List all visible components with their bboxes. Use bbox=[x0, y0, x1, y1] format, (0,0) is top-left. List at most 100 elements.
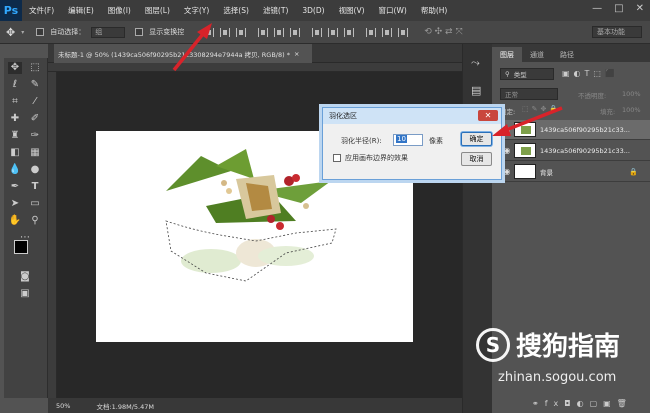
pen-tool-icon[interactable]: ✒ bbox=[8, 181, 22, 193]
tools-panel: ✥ ⬚ ℓ ✎ ⌗ ⁄ ✚ ✐ ♜ ✑ ◧ ▦ 💧 ● ✒ T ➤ ▭ ✋ ⚲ … bbox=[4, 58, 48, 398]
type-tool-icon[interactable]: T bbox=[28, 181, 42, 193]
workspace-switcher[interactable]: 基本功能 bbox=[592, 26, 642, 38]
fill-value[interactable]: 100% bbox=[622, 106, 641, 114]
show-transform-label: 显示变换控 bbox=[149, 28, 185, 36]
zoom-tool-icon[interactable]: ⚲ bbox=[28, 215, 42, 227]
layer-name[interactable]: 1439ca506f90295b21c33... bbox=[540, 147, 630, 155]
menu-layer[interactable]: 图层(L) bbox=[138, 5, 177, 16]
layer-row[interactable]: ◉ 背景 🔒 bbox=[500, 162, 650, 182]
3d-mode-icon[interactable]: ⟲ ✣ ⇄ ⤧ bbox=[424, 27, 462, 37]
shape-tool-icon[interactable]: ▭ bbox=[28, 198, 42, 210]
menu-select[interactable]: 选择(S) bbox=[216, 5, 256, 16]
align-right-icon[interactable] bbox=[290, 27, 301, 37]
path-select-icon[interactable]: ➤ bbox=[8, 198, 22, 210]
layer-name[interactable]: 1439ca506f90295b21c33... bbox=[540, 126, 630, 134]
watermark-url: zhinan.sogou.com bbox=[498, 370, 617, 385]
move-tool-icon[interactable]: ✥ bbox=[8, 62, 22, 74]
tab-channels[interactable]: 通道 bbox=[522, 47, 552, 62]
layer-kind-filter[interactable]: ⚲ 类型 bbox=[500, 68, 554, 80]
dodge-tool-icon[interactable]: ● bbox=[28, 164, 42, 176]
menu-bar: Ps 文件(F) 编辑(E) 图像(I) 图层(L) 文字(Y) 选择(S) 滤… bbox=[0, 0, 650, 21]
zoom-level[interactable]: 50% bbox=[56, 402, 70, 410]
blend-mode-dropdown[interactable]: 正常 bbox=[500, 88, 558, 100]
dialog-close-button[interactable]: ✕ bbox=[478, 110, 498, 121]
menu-window[interactable]: 窗口(W) bbox=[372, 5, 414, 16]
foreground-color-swatch[interactable] bbox=[14, 240, 28, 254]
distribute-left-icon[interactable] bbox=[366, 27, 377, 37]
filter-icons[interactable]: ▣◐T⬚⬛ bbox=[562, 69, 619, 78]
feather-selection-dialog: 羽化选区 ✕ 羽化半径(R): 10 像素 应用画布边界的效果 确定 取消 bbox=[322, 107, 502, 180]
brush-tool-icon[interactable]: ✐ bbox=[28, 113, 42, 125]
marquee-tool-icon[interactable]: ⬚ bbox=[28, 62, 42, 74]
minimize-button[interactable]: — bbox=[592, 3, 602, 14]
auto-select-checkbox[interactable] bbox=[36, 28, 45, 36]
layer-row[interactable]: ◉ 1439ca506f90295b21c33... bbox=[500, 141, 650, 161]
document-tab-bar: 未标题-1 @ 50% (1439ca506f90295b21c3308294e… bbox=[48, 44, 462, 63]
menu-view[interactable]: 视图(V) bbox=[332, 5, 372, 16]
distribute-hcenter-icon[interactable] bbox=[382, 27, 393, 37]
visibility-eye-icon[interactable]: ◉ bbox=[500, 146, 514, 155]
move-tool-icon[interactable]: ✥ bbox=[6, 26, 15, 39]
distribute-top-icon[interactable] bbox=[312, 27, 323, 37]
menu-3d[interactable]: 3D(D) bbox=[295, 6, 331, 15]
close-tab-icon[interactable]: × bbox=[294, 50, 299, 58]
ok-button[interactable]: 确定 bbox=[461, 132, 492, 146]
maximize-button[interactable]: □ bbox=[614, 3, 623, 14]
cancel-button[interactable]: 取消 bbox=[461, 152, 492, 166]
gradient-tool-icon[interactable]: ▦ bbox=[28, 147, 42, 159]
close-window-button[interactable]: ✕ bbox=[636, 3, 644, 14]
auto-select-dropdown[interactable]: 组 bbox=[91, 26, 126, 38]
feather-unit-label: 像素 bbox=[429, 137, 443, 145]
menu-filter[interactable]: 滤镜(T) bbox=[256, 5, 295, 16]
hand-tool-icon[interactable]: ✋ bbox=[8, 215, 22, 227]
screen-mode-icon[interactable]: ▣ bbox=[18, 288, 32, 300]
distribute-right-icon[interactable] bbox=[398, 27, 409, 37]
tab-paths[interactable]: 路径 bbox=[552, 47, 582, 62]
eraser-tool-icon[interactable]: ◧ bbox=[8, 147, 22, 159]
tab-layers[interactable]: 图层 bbox=[492, 47, 522, 62]
distribute-vcenter-icon[interactable] bbox=[328, 27, 339, 37]
align-bottom-icon[interactable] bbox=[236, 27, 247, 37]
panel-bottom-icons[interactable]: ⚭fx◘◐▢▣🗑 bbox=[532, 399, 633, 408]
status-bar: 50% 文档:1.98M/5.47M bbox=[48, 398, 462, 413]
properties-panel-icon[interactable]: ▤ bbox=[471, 84, 481, 97]
lasso-tool-icon[interactable]: ℓ bbox=[8, 79, 22, 91]
quick-mask-icon[interactable]: ◙ bbox=[18, 271, 32, 283]
layer-name[interactable]: 背景 bbox=[540, 167, 553, 177]
align-vcenter-icon[interactable] bbox=[220, 27, 231, 37]
opacity-value[interactable]: 100% bbox=[622, 90, 641, 98]
history-brush-icon[interactable]: ✑ bbox=[28, 130, 42, 142]
document-tab[interactable]: 未标题-1 @ 50% (1439ca506f90295b21c3308294e… bbox=[54, 44, 312, 63]
layer-thumbnail bbox=[514, 122, 536, 137]
visibility-eye-icon[interactable]: ◉ bbox=[500, 125, 514, 134]
dialog-title-bar: 羽化选区 ✕ bbox=[323, 108, 501, 124]
menu-edit[interactable]: 编辑(E) bbox=[61, 5, 101, 16]
lock-label: 锁定: bbox=[500, 108, 516, 116]
distribute-bottom-icon[interactable] bbox=[344, 27, 355, 37]
sogou-watermark: S 搜狗指南 bbox=[476, 326, 620, 363]
menu-type[interactable]: 文字(Y) bbox=[177, 5, 216, 16]
align-top-icon[interactable] bbox=[204, 27, 215, 37]
feather-radius-input[interactable]: 10 bbox=[393, 134, 423, 146]
visibility-eye-icon[interactable]: ◉ bbox=[500, 167, 514, 176]
apply-canvas-edge-checkbox[interactable] bbox=[333, 154, 341, 162]
blur-tool-icon[interactable]: 💧 bbox=[8, 164, 22, 176]
eyedropper-tool-icon[interactable]: ⁄ bbox=[28, 96, 42, 108]
clone-stamp-icon[interactable]: ♜ bbox=[8, 130, 22, 142]
menu-file[interactable]: 文件(F) bbox=[22, 5, 61, 16]
menu-help[interactable]: 帮助(H) bbox=[414, 5, 455, 16]
tool-preset-dropdown-icon[interactable]: ▾ bbox=[21, 29, 24, 36]
quick-select-tool-icon[interactable]: ✎ bbox=[28, 79, 42, 91]
align-hcenter-icon[interactable] bbox=[274, 27, 285, 37]
layer-row[interactable]: ◉ 1439ca506f90295b21c33... bbox=[500, 120, 650, 140]
apply-canvas-edge-label: 应用画布边界的效果 bbox=[345, 154, 408, 162]
dialog-title: 羽化选区 bbox=[329, 112, 357, 120]
align-left-icon[interactable] bbox=[258, 27, 269, 37]
history-panel-icon[interactable]: ⤳ bbox=[471, 56, 480, 70]
show-transform-checkbox[interactable] bbox=[135, 28, 144, 36]
healing-brush-icon[interactable]: ✚ bbox=[8, 113, 22, 125]
menu-image[interactable]: 图像(I) bbox=[101, 5, 138, 16]
lock-icons[interactable]: ⬚✎✥🔒 bbox=[522, 105, 561, 113]
crop-tool-icon[interactable]: ⌗ bbox=[8, 96, 22, 108]
panel-tabs: 图层 通道 路径 bbox=[492, 44, 650, 62]
